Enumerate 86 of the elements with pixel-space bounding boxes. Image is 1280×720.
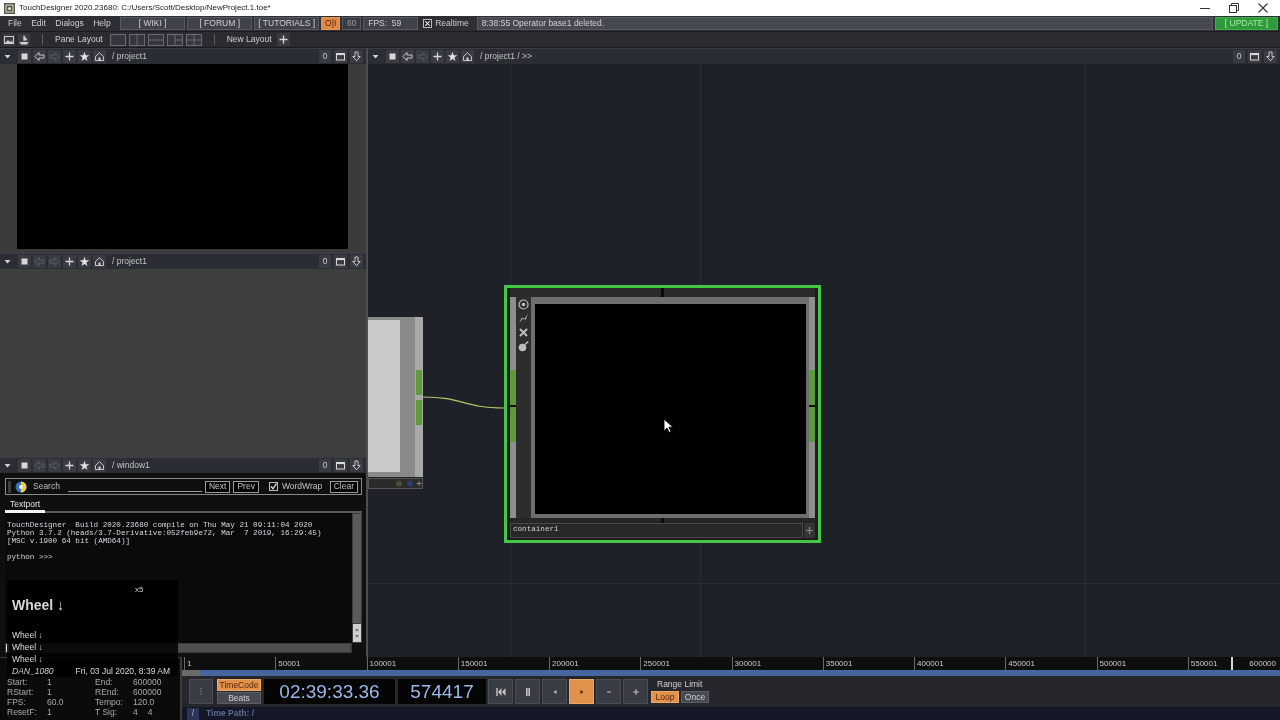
key-event-label: Wheel ↓ bbox=[12, 598, 66, 614]
info-label: Tempo: bbox=[95, 697, 124, 707]
pane-layout-icon[interactable] bbox=[166, 33, 183, 46]
add-icon[interactable] bbox=[431, 50, 444, 63]
info-value: 120.0 bbox=[133, 697, 155, 707]
back-arrow-icon[interactable] bbox=[401, 50, 414, 63]
info-label: ResetF: bbox=[7, 707, 38, 717]
ruler-label: 150001 bbox=[460, 658, 488, 670]
pane-count: 0 bbox=[319, 459, 331, 472]
key-event-history-item: Wheel ↓ bbox=[12, 643, 44, 654]
key-event-history-item: Wheel ↓ bbox=[12, 631, 44, 642]
checkbox-label: WordWrap bbox=[281, 482, 323, 491]
ruler-label: 550001 bbox=[1190, 658, 1218, 670]
info-value: 1 bbox=[47, 707, 52, 717]
ruler-label: 200001 bbox=[552, 658, 579, 670]
maximize-icon[interactable] bbox=[334, 50, 347, 63]
info-label: Start: bbox=[7, 677, 29, 687]
pane-count: 0 bbox=[1233, 50, 1245, 63]
ruler-label: 400001 bbox=[917, 658, 944, 670]
pane-layout-icon[interactable] bbox=[128, 33, 145, 46]
add-icon[interactable] bbox=[276, 33, 290, 46]
new-layout-label: New Layout bbox=[226, 35, 272, 44]
pane-count: 0 bbox=[319, 50, 331, 63]
info-value: 4 bbox=[147, 707, 153, 717]
key-event-history-item: Wheel ↓ bbox=[12, 655, 44, 666]
ruler-label: 600000 bbox=[1249, 658, 1276, 670]
star-icon[interactable] bbox=[446, 50, 459, 63]
home-icon[interactable] bbox=[93, 50, 106, 63]
checkbox-label: Realtime bbox=[435, 19, 469, 28]
user-name: DAN_1080 bbox=[12, 667, 54, 676]
ruler-label: 1 bbox=[187, 658, 192, 670]
restore-icon[interactable] bbox=[1229, 3, 1239, 13]
repeat-count: x5 bbox=[135, 586, 145, 594]
app-icon bbox=[4, 2, 15, 14]
info-label: T Sig: bbox=[95, 707, 118, 717]
pane-count: 0 bbox=[319, 255, 331, 268]
info-label: REnd: bbox=[95, 687, 120, 697]
date-time: Fri, 03 Jul 2020, 8:39 AM bbox=[75, 667, 170, 676]
search-label: Search bbox=[33, 482, 60, 491]
ruler-label: 100001 bbox=[369, 658, 397, 670]
star-icon[interactable] bbox=[78, 50, 91, 63]
ruler-label: 250001 bbox=[643, 658, 670, 670]
link-button[interactable]: [ TUTORIALS ] bbox=[254, 17, 320, 30]
back-arrow-icon[interactable] bbox=[33, 50, 46, 63]
time-path-label: Time Path: / bbox=[206, 709, 255, 718]
info-value: 600000 bbox=[133, 677, 162, 687]
checkbox[interactable] bbox=[423, 19, 433, 28]
info-value: 1 bbox=[47, 677, 52, 687]
link-button[interactable]: [ FORUM ] bbox=[187, 17, 253, 30]
info-value: 4 bbox=[133, 707, 138, 717]
menu-item[interactable]: File bbox=[8, 19, 22, 28]
pane-layout-icon[interactable] bbox=[185, 33, 202, 46]
info-value: 600000 bbox=[133, 687, 162, 697]
path-label[interactable]: / project1 bbox=[112, 52, 147, 61]
info-label: FPS: bbox=[7, 697, 27, 707]
ruler-label: 450001 bbox=[1008, 658, 1035, 670]
window-title: TouchDesigner 2020.23680: C:/Users/Scott/Desktop/NewProject.1.toe* bbox=[19, 4, 271, 12]
menu-item[interactable]: Help bbox=[93, 19, 111, 28]
ruler-label: 500001 bbox=[1099, 658, 1127, 670]
pane-layout-label: Pane Layout bbox=[55, 35, 103, 44]
info-label: RStart: bbox=[7, 687, 35, 697]
boat-icon[interactable] bbox=[18, 33, 30, 46]
info-label: End: bbox=[95, 677, 114, 687]
stop-icon[interactable] bbox=[18, 50, 31, 63]
image-icon[interactable] bbox=[3, 33, 15, 46]
add-icon[interactable] bbox=[63, 50, 76, 63]
info-value: 60.0 bbox=[47, 697, 64, 707]
close-icon[interactable] bbox=[1258, 3, 1268, 13]
menu-item[interactable]: Dialogs bbox=[55, 19, 84, 28]
stop-icon[interactable] bbox=[386, 50, 399, 63]
fps-readout: FPS: 59 bbox=[363, 17, 419, 30]
down-arrow-icon[interactable] bbox=[1264, 50, 1277, 63]
home-icon[interactable] bbox=[461, 50, 474, 63]
ruler-label: 350001 bbox=[825, 658, 853, 670]
info-value: 1 bbox=[47, 687, 52, 697]
perform-mode-button[interactable]: O|I bbox=[321, 17, 341, 30]
path-label[interactable]: / project1 / >> bbox=[480, 52, 532, 61]
range-limit-label: Range Limit bbox=[657, 679, 704, 689]
maximize-icon[interactable] bbox=[1248, 50, 1261, 63]
ruler-label: 50001 bbox=[278, 658, 301, 670]
status-message: 8:38:55 Operator base1 deleted. bbox=[476, 17, 1213, 30]
down-arrow-icon[interactable] bbox=[350, 50, 363, 63]
menu-item[interactable]: Edit bbox=[31, 19, 46, 28]
ruler-label: 300001 bbox=[734, 658, 762, 670]
link-button[interactable]: [ WIKI ] bbox=[120, 17, 186, 30]
pane-layout-icon[interactable] bbox=[147, 33, 164, 46]
